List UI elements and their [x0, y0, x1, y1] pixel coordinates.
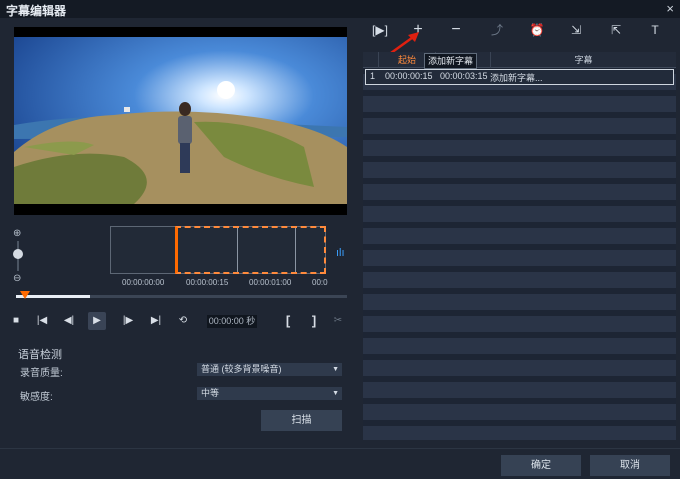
- go-to-start-icon[interactable]: |◀: [34, 313, 50, 329]
- zoom-in-icon[interactable]: ⊕: [13, 228, 21, 239]
- export-subtitle-icon[interactable]: ⇱: [606, 20, 626, 40]
- zoom-slider-handle[interactable]: [13, 249, 23, 259]
- sensitivity-label: 敏感度:: [20, 392, 53, 403]
- timeline-selection[interactable]: [175, 226, 326, 274]
- window-title: 字幕编辑器: [6, 4, 67, 18]
- quality-value: 普通 (较多背景噪音): [201, 364, 282, 374]
- title-bar: [0, 0, 680, 18]
- row-end-time[interactable]: 00:00:03:15: [440, 71, 488, 81]
- row-index: 1: [370, 71, 376, 81]
- voice-detection-title: 语音检测: [18, 349, 62, 361]
- next-frame-icon[interactable]: |▶: [120, 313, 136, 329]
- subtitle-column-header[interactable]: 字幕: [491, 52, 676, 68]
- mark-in-button[interactable]: [: [280, 313, 296, 329]
- sensitivity-select[interactable]: 中等 ▼: [197, 387, 342, 400]
- playhead-marker[interactable]: [20, 291, 30, 299]
- cancel-button[interactable]: 取消: [590, 455, 670, 476]
- index-column-header: [363, 52, 379, 68]
- mark-out-button[interactable]: ]: [306, 313, 322, 329]
- timeline-time-label: 00:0: [312, 278, 328, 287]
- timecode-unit: 秒: [246, 316, 256, 326]
- video-preview: [14, 27, 347, 215]
- play-subtitle-icon[interactable]: [▶]: [370, 20, 390, 40]
- merge-subtitle-icon: ⤴: [490, 23, 503, 37]
- scan-button[interactable]: 扫描: [261, 410, 342, 431]
- time-offset-icon[interactable]: ⏰: [527, 20, 547, 40]
- timecode-field[interactable]: 00:00:00 秒: [207, 315, 257, 328]
- scissors-icon: ✂: [333, 315, 343, 326]
- sensitivity-value: 中等: [201, 388, 220, 398]
- timeline-tick: [295, 228, 296, 272]
- timeline-time-label: 00:00:00:15: [186, 278, 229, 287]
- go-to-end-icon[interactable]: ▶|: [148, 313, 164, 329]
- timecode-value: 00:00:00: [208, 316, 244, 326]
- timeline-time-label: 00:00:01:00: [249, 278, 292, 287]
- previous-frame-icon[interactable]: ◀|: [61, 313, 77, 329]
- remove-subtitle-icon[interactable]: −: [446, 20, 466, 40]
- repeat-icon[interactable]: ⟲: [175, 313, 191, 329]
- preview-image: [14, 27, 347, 215]
- zoom-out-icon[interactable]: ⊖: [13, 273, 21, 284]
- stop-icon[interactable]: ■: [8, 313, 24, 329]
- close-button[interactable]: ×: [666, 1, 674, 16]
- footer-divider: [0, 448, 680, 449]
- audio-wave-icon: ılı: [336, 247, 345, 259]
- row-start-time[interactable]: 00:00:00:15: [385, 71, 433, 81]
- quality-select[interactable]: 普通 (较多背景噪音) ▼: [197, 363, 342, 376]
- dropdown-arrow-icon: ▼: [332, 366, 339, 373]
- row-subtitle-text[interactable]: 添加新字幕...: [490, 71, 543, 84]
- ok-button[interactable]: 确定: [501, 455, 581, 476]
- import-subtitle-icon[interactable]: ⇲: [566, 20, 586, 40]
- play-icon[interactable]: ▶: [88, 312, 106, 330]
- dropdown-arrow-icon: ▼: [332, 390, 339, 397]
- add-subtitle-tooltip: 添加新字幕: [424, 53, 478, 69]
- text-options-icon[interactable]: T: [645, 20, 665, 40]
- timeline-tick: [237, 228, 238, 272]
- subtitle-list[interactable]: [363, 52, 676, 440]
- timeline-time-label: 00:00:00:00: [122, 278, 165, 287]
- quality-label: 录音质量:: [20, 368, 63, 379]
